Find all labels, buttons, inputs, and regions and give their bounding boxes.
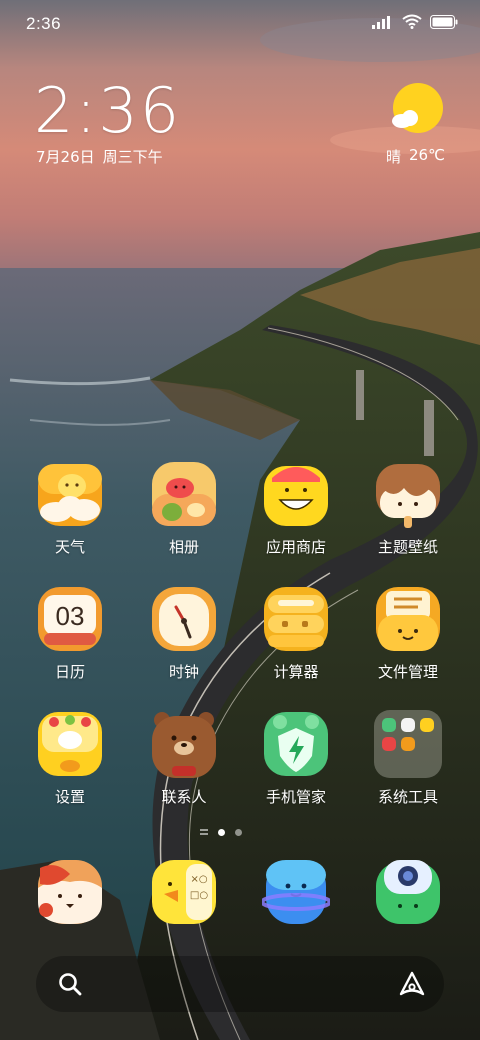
app-label: 系统工具: [377, 788, 438, 806]
clock-widget-time[interactable]: 2:36: [34, 74, 181, 147]
clock-widget-date[interactable]: 7月26日 周三下午: [36, 146, 163, 167]
app-label: 主题壁纸: [377, 538, 438, 556]
phone-app-icon: [38, 860, 102, 924]
app-label: 应用商店: [265, 538, 326, 556]
battery-icon: [430, 14, 458, 29]
page-dot: [235, 828, 242, 836]
contacts-app-icon: [152, 712, 216, 778]
status-bar: 2:36: [0, 0, 480, 48]
calendar-day-number: 03: [56, 601, 85, 631]
weather-condition: 晴: [386, 148, 402, 166]
app-system-tools-folder[interactable]: 系统工具: [358, 710, 458, 807]
app-app-store[interactable]: 应用商店: [246, 460, 346, 557]
signal-icon: [372, 15, 390, 29]
app-themes[interactable]: 主题壁纸: [358, 460, 458, 557]
page-menu-icon: [200, 828, 208, 836]
app-gallery[interactable]: 相册: [134, 460, 234, 557]
app-label: 手机管家: [265, 788, 326, 806]
app-label: 时钟: [168, 663, 199, 681]
svg-text:×○: ×○: [190, 874, 207, 885]
themes-icon: [376, 464, 440, 528]
camera-app-icon: [376, 860, 440, 924]
svg-text:□○: □○: [190, 890, 208, 901]
app-calculator[interactable]: 计算器: [246, 585, 346, 682]
messages-app-icon: ×○ □○: [152, 860, 216, 924]
system-tools-folder-icon: [374, 710, 442, 778]
dock-app-browser[interactable]: [246, 858, 346, 926]
app-contacts[interactable]: 联系人: [134, 710, 234, 807]
app-calendar[interactable]: 03 日历: [20, 585, 120, 682]
app-settings[interactable]: 设置: [20, 710, 120, 807]
security-app-icon: [264, 712, 328, 776]
assistant-icon[interactable]: [398, 970, 426, 998]
calendar-app-icon: 03: [38, 587, 102, 651]
page-indicator[interactable]: [200, 828, 242, 836]
browser-app-icon: [262, 860, 330, 924]
app-label: 计算器: [273, 663, 319, 681]
weather-widget-text[interactable]: 晴 26℃: [386, 146, 445, 167]
calculator-app-icon: [264, 587, 328, 651]
clock-app-icon: [152, 587, 216, 651]
app-label: 天气: [54, 538, 85, 556]
weekday-text: 周三下午: [102, 148, 163, 166]
weather-app-icon: [38, 464, 102, 526]
dock-app-phone[interactable]: [20, 858, 120, 926]
app-security[interactable]: 手机管家: [246, 710, 346, 807]
app-label: 相册: [168, 538, 199, 556]
app-label: 联系人: [161, 788, 207, 806]
search-icon[interactable]: [56, 970, 84, 998]
bottom-bar: [36, 956, 444, 1012]
app-label: 文件管理: [377, 663, 438, 681]
dock-app-messages[interactable]: ×○ □○: [134, 858, 234, 926]
dock-app-camera[interactable]: [358, 858, 458, 926]
gallery-app-icon: [152, 462, 216, 526]
sunny-weather-icon[interactable]: [388, 82, 448, 138]
date-text: 7月26日: [36, 148, 95, 166]
settings-app-icon: [38, 712, 102, 776]
file-manager-icon: [376, 587, 440, 651]
page-dot-active: [218, 828, 225, 836]
app-store-icon: [264, 466, 328, 526]
app-clock[interactable]: 时钟: [134, 585, 234, 682]
app-label: 日历: [54, 663, 85, 681]
wifi-icon: [402, 14, 422, 29]
status-time: 2:36: [26, 14, 62, 33]
status-icons: [372, 14, 458, 29]
app-weather[interactable]: 天气: [20, 460, 120, 557]
app-file-manager[interactable]: 文件管理: [358, 585, 458, 682]
weather-temperature: 26℃: [409, 146, 445, 164]
app-label: 设置: [54, 788, 85, 806]
